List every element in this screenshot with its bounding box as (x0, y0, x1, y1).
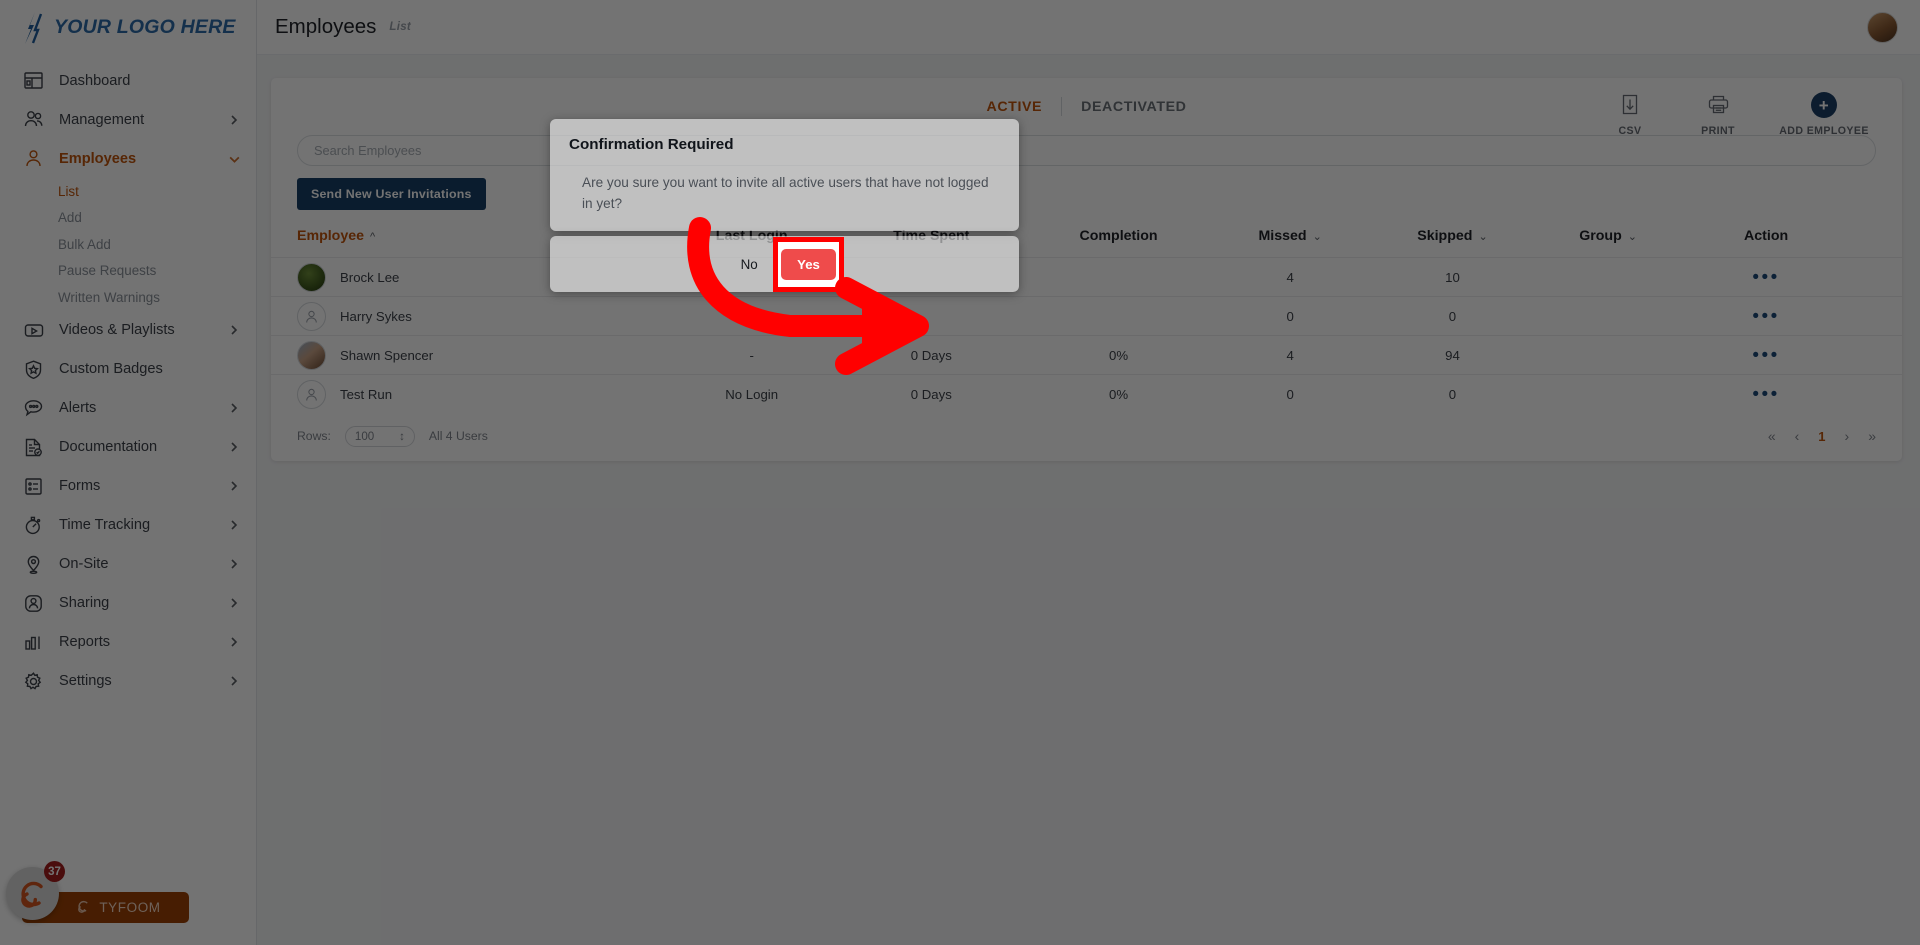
modal-body: Confirmation Required Are you sure you w… (550, 119, 1019, 231)
modal-title: Confirmation Required (569, 136, 734, 153)
modal-message: Are you sure you want to invite all acti… (582, 175, 989, 212)
no-button[interactable]: No (731, 251, 768, 278)
annotation-highlight-box: Yes (773, 237, 844, 292)
yes-button[interactable]: Yes (781, 249, 836, 280)
